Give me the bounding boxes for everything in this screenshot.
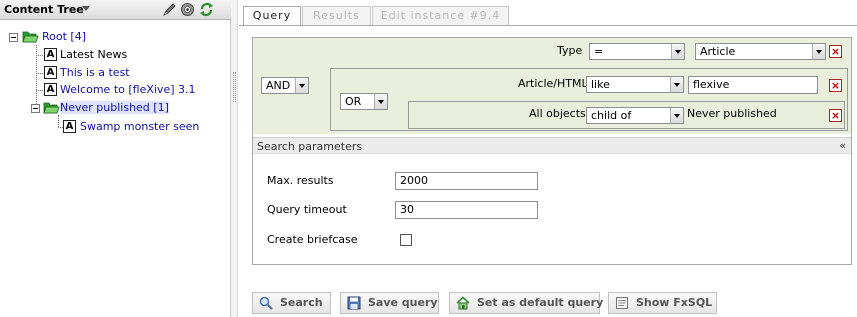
chevron-down-icon [374,94,387,109]
tree-node-latest-news[interactable]: Latest News [60,48,127,61]
article-icon: A [44,66,57,79]
save-query-button-label: Save query [368,296,438,309]
search-icon [259,296,273,310]
tree-condition-label: All objects [529,107,586,120]
show-fxsql-button-label: Show FxSQL [636,296,713,309]
tab-results[interactable]: Results [302,6,371,25]
folder-open-icon [43,102,60,114]
sub-operator-select[interactable]: OR [340,93,388,110]
folder-open-icon [22,31,39,43]
search-button[interactable]: Search [252,292,331,314]
article-icon: A [63,120,76,133]
type-label: Type [557,44,583,57]
tab-query[interactable]: Query [243,6,301,26]
show-fxsql-button[interactable]: Show FxSQL [608,292,717,314]
article-icon: A [44,48,57,61]
delete-type-condition-button[interactable]: × [829,45,842,58]
max-results-input[interactable]: 2000 [395,172,538,190]
sub-operator-value: OR [345,95,362,108]
chevron-down-icon [671,44,684,59]
save-query-button[interactable]: Save query [340,292,439,314]
chevron-down-icon [670,77,683,92]
type-value: Article [700,45,736,58]
home-icon [456,296,470,310]
query-box: Type = Article × AND OR Article/HTML lik… [252,37,852,265]
content-tree-header: Content Tree [0,0,231,20]
search-parameters-title: Search parameters [257,140,363,153]
root-operator-value: AND [266,79,291,92]
tree-expander-root[interactable] [9,33,18,42]
chevron-down-icon [295,78,308,93]
tree-node-welcome[interactable]: Welcome to [fleXive] 3.1 [60,83,196,96]
query-timeout-input[interactable]: 30 [395,201,538,219]
tab-baseline [239,25,857,26]
query-conditions: Type = Article × AND OR Article/HTML lik… [253,38,851,134]
tree-condition-value: Never published [687,107,777,120]
article-icon: A [44,83,57,96]
save-icon [347,296,361,310]
type-operator-select[interactable]: = [589,43,685,60]
collapse-icon[interactable]: « [839,139,846,152]
content-tree-panel: Content Tree Root [4] A Latest News A Th… [0,0,231,317]
chevron-down-icon [670,108,683,123]
chevron-down-icon [812,44,825,59]
max-results-label: Max. results [267,174,334,187]
root-operator-select[interactable]: AND [261,77,309,94]
delete-tree-condition-button[interactable]: × [829,109,842,122]
type-operator-value: = [594,45,604,58]
tab-edit-instance[interactable]: Edit instance #9.4 [372,6,509,25]
set-default-query-button-label: Set as default query [477,296,604,309]
tree-expander-never-published[interactable] [31,104,40,113]
query-timeout-label: Query timeout [267,203,347,216]
tree-operator-value: child of [591,109,632,122]
view-icon[interactable] [180,2,195,17]
create-briefcase-checkbox[interactable] [400,234,412,246]
delete-field-condition-button[interactable]: × [829,79,842,92]
field-label: Article/HTML [518,77,588,90]
panel-splitter[interactable] [231,0,238,317]
document-icon [616,297,628,309]
search-parameters-header[interactable]: Search parameters « [253,137,851,154]
tree-node-never-published[interactable]: Never published [1] [60,101,169,114]
type-value-select[interactable]: Article [695,43,826,60]
set-default-query-button[interactable]: Set as default query [449,292,604,314]
tree-operator-select[interactable]: child of [586,107,684,124]
create-briefcase-label: Create briefcase [267,233,358,246]
splitter-grip[interactable] [233,72,236,102]
search-button-label: Search [280,296,323,309]
tree-node-root[interactable]: Root [4] [42,30,86,43]
field-operator-value: like [591,78,610,91]
field-operator-select[interactable]: like [586,76,684,93]
field-value-input[interactable]: flexive [688,76,818,94]
pencil-icon[interactable] [162,2,177,17]
tree-node-this-is-a-test[interactable]: This is a test [60,66,130,79]
content-tree-title[interactable]: Content Tree [4,3,84,16]
query-editor-panel: Query Results Edit instance #9.4 Type = … [239,0,857,317]
refresh-icon[interactable] [199,2,214,17]
tree-menu-arrow-icon[interactable] [82,6,90,11]
tree-node-swamp-monster[interactable]: Swamp monster seen [80,120,199,133]
